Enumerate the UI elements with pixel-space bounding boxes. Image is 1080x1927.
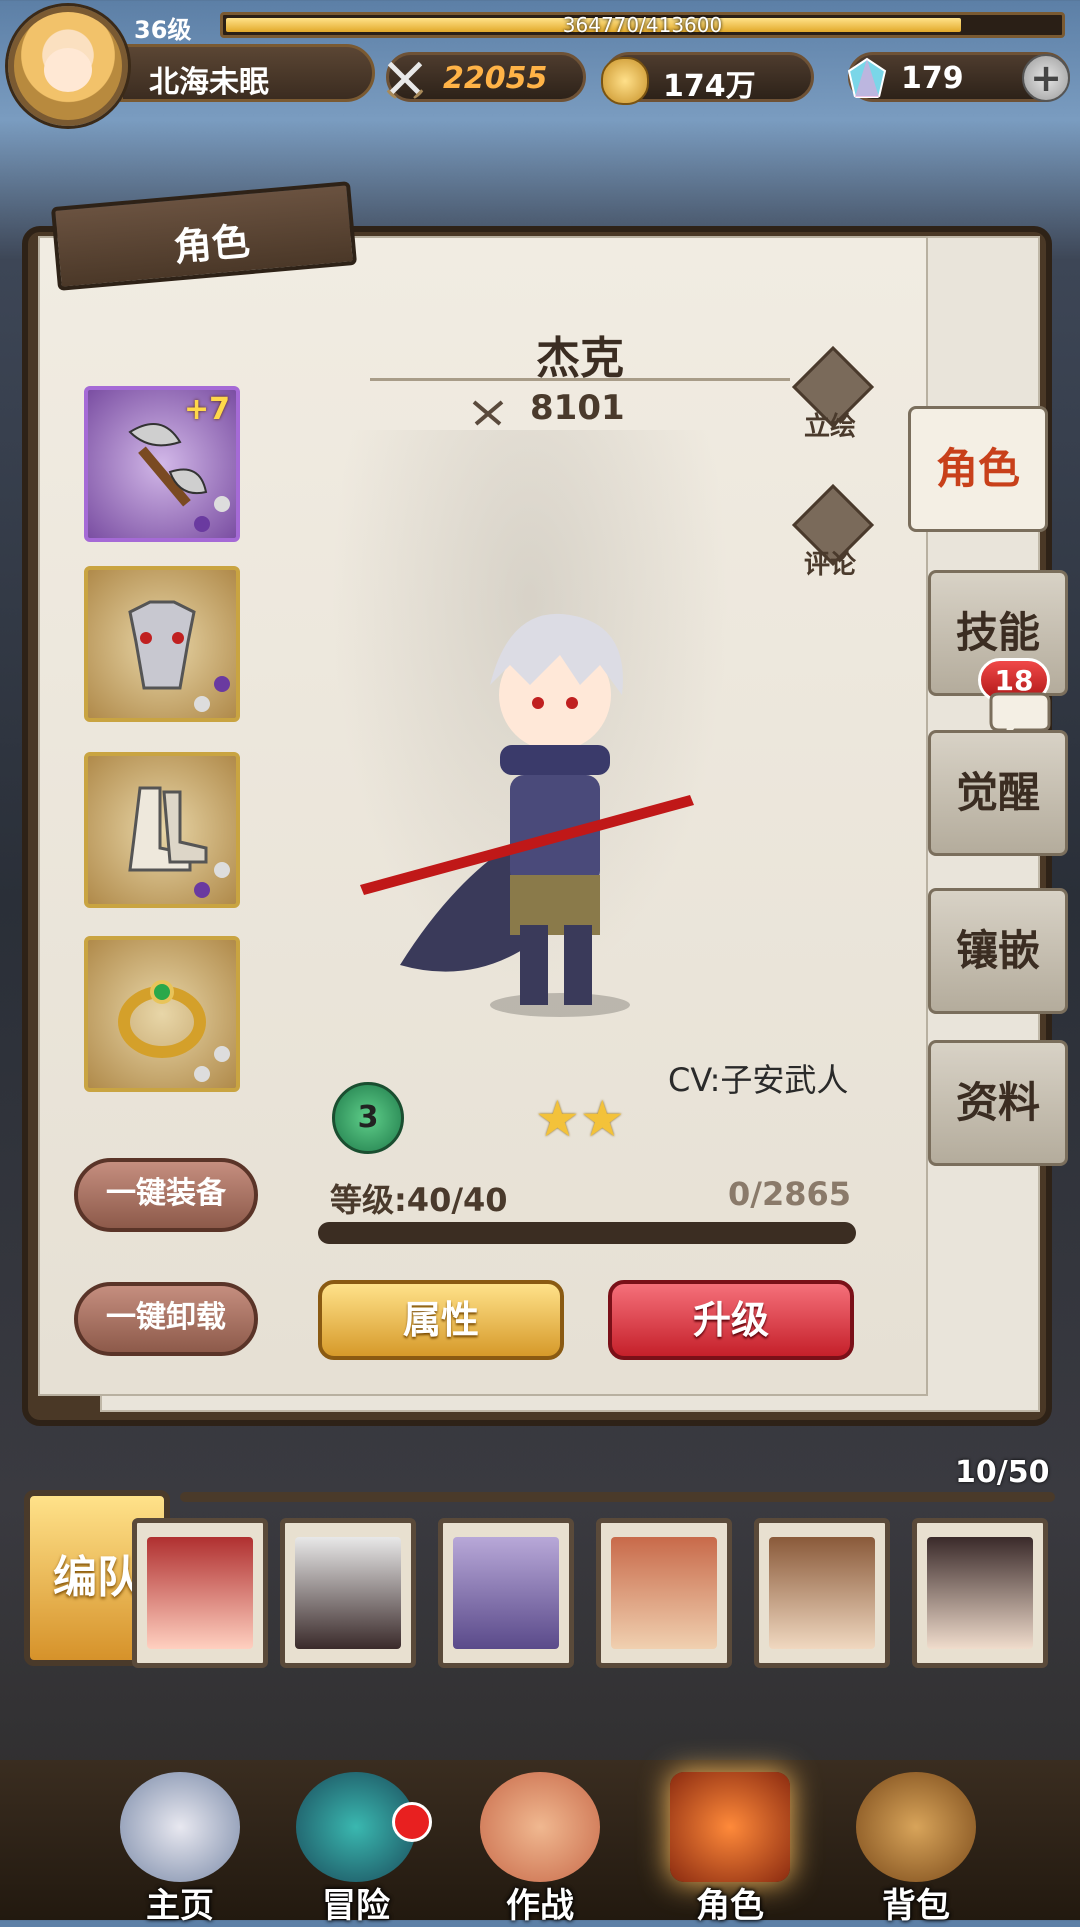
ring-icon [118, 980, 206, 1058]
xp-bar: 364770/413600 [220, 12, 1065, 38]
socket-purple [214, 676, 230, 692]
roster-count: 10/50 [955, 1455, 1050, 1490]
enhance-level: +7 [183, 392, 230, 427]
tab-inlay[interactable]: 镶嵌 [928, 888, 1068, 1014]
equipment-slot-boots[interactable] [84, 752, 240, 908]
panel-title: 角色 [171, 219, 252, 270]
crossed-swords-icon [472, 400, 504, 426]
roster-card[interactable] [596, 1518, 732, 1668]
gold-display: 174万 [601, 52, 814, 105]
socket-empty [214, 862, 230, 878]
roster-rod [180, 1492, 1055, 1502]
roster-card[interactable] [132, 1518, 268, 1668]
character-portrait [147, 1537, 253, 1649]
upgrade-button[interactable]: 升级 [608, 1280, 854, 1360]
character-portrait [295, 1537, 401, 1649]
xp-text: 364770/413600 [562, 13, 723, 37]
top-bar: 364770/413600 北海未眠 36级 22055 174万 179 + [0, 0, 1080, 135]
character-portrait [453, 1537, 559, 1649]
axe-icon [128, 423, 208, 507]
socket-empty [194, 696, 210, 712]
crossed-swords-icon [385, 61, 425, 101]
equipment-slot-ring[interactable] [84, 936, 240, 1092]
nav-character[interactable]: 角色 [640, 1760, 820, 1926]
player-name: 北海未眠 [149, 65, 269, 100]
nav-home[interactable]: 主页 [90, 1760, 270, 1926]
player-name-box[interactable]: 北海未眠 [120, 44, 375, 102]
roster-card[interactable] [280, 1518, 416, 1668]
tab-awaken[interactable]: 觉醒 [928, 730, 1068, 856]
add-gems-button[interactable]: + [1022, 54, 1070, 102]
socket-empty [214, 496, 230, 512]
warrior-icon [480, 1772, 600, 1882]
portrait-button[interactable]: 立绘 [790, 345, 880, 450]
gold-coin-icon [601, 57, 649, 105]
nav-bag[interactable]: 背包 [826, 1760, 1006, 1926]
roster-card[interactable] [754, 1518, 890, 1668]
crystal-icon [847, 57, 887, 98]
name-divider [370, 378, 790, 381]
character-portrait [769, 1537, 875, 1649]
level-label: 等级:40/40 [330, 1181, 508, 1219]
roster-card[interactable] [912, 1518, 1048, 1668]
unequip-all-button[interactable]: 一键卸载 [74, 1282, 258, 1356]
voice-actor: CV:子安武人 [668, 1061, 849, 1099]
socket-purple [194, 882, 210, 898]
boots-icon [128, 786, 208, 872]
star-rating: ★★ [535, 1090, 625, 1148]
character-power: 8101 [530, 388, 625, 428]
socket-empty [214, 1046, 230, 1062]
portrait-label: 立绘 [804, 412, 857, 442]
stars: ★★ [535, 1090, 625, 1148]
tab-profile[interactable]: 资料 [928, 1040, 1068, 1166]
character-sprite [360, 613, 694, 1017]
character-name: 杰克 [536, 333, 624, 384]
notification-dot [392, 1802, 432, 1842]
roster-card[interactable] [438, 1518, 574, 1668]
attributes-button[interactable]: 属性 [318, 1280, 564, 1360]
comment-label: 评论 [804, 550, 857, 580]
armor-icon [128, 600, 196, 690]
backpack-icon [856, 1772, 976, 1882]
rank-badge: 3 [332, 1082, 404, 1154]
socket-purple [194, 516, 210, 532]
book-icon [670, 1772, 790, 1882]
castle-icon [120, 1772, 240, 1882]
player-avatar[interactable] [8, 6, 128, 126]
character-portrait [611, 1537, 717, 1649]
comment-button[interactable]: 评论 [790, 483, 880, 588]
tab-character[interactable]: 角色 [908, 406, 1048, 532]
power-value: 22055 [443, 61, 548, 96]
exp-bar [318, 1222, 856, 1244]
power-display: 22055 [385, 52, 586, 102]
player-level: 36级 [134, 16, 192, 44]
gold-value: 174万 [663, 69, 756, 104]
equipment-slot-weapon[interactable]: +7 [84, 386, 240, 542]
gem-value: 179 [901, 61, 964, 96]
exp-label: 0/2865 [728, 1175, 852, 1213]
character-portrait [927, 1537, 1033, 1649]
equipment-slot-armor[interactable] [84, 566, 240, 722]
equip-all-button[interactable]: 一键装备 [74, 1158, 258, 1232]
nav-battle[interactable]: 作战 [450, 1760, 630, 1926]
socket-empty [194, 1066, 210, 1082]
